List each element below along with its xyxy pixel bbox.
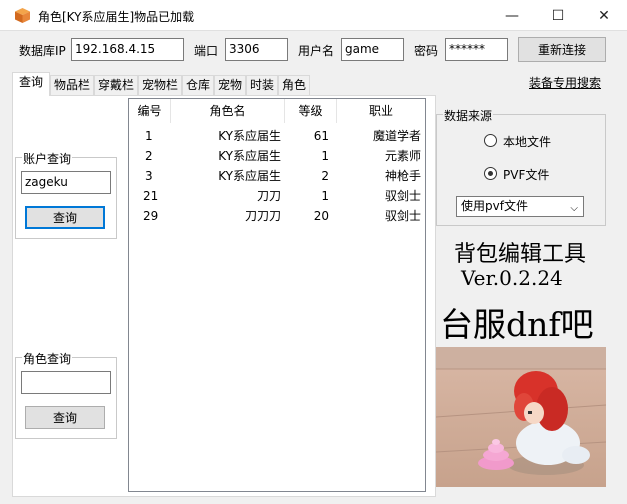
role-query-button[interactable]: 查询 — [25, 406, 105, 429]
password-input[interactable]: ****** — [445, 38, 508, 61]
pvf-file-label[interactable]: PVF文件 — [503, 166, 549, 183]
username-input[interactable]: game — [341, 38, 404, 61]
maximize-button[interactable]: ☐ — [535, 0, 581, 31]
source-dropdown[interactable]: 使用pvf文件 ⌵ — [456, 196, 584, 217]
password-label: 密码 — [414, 44, 439, 58]
cell-id: 1 — [145, 129, 153, 143]
cell-class: 神枪手 — [384, 169, 421, 183]
cell-name: 刀刀刀 — [244, 209, 281, 223]
db-ip-input[interactable]: 192.168.4.15 — [71, 38, 184, 61]
chevron-down-icon: ⌵ — [570, 203, 578, 214]
tab-equipped[interactable]: 穿戴栏 — [94, 75, 138, 95]
radio-circle[interactable] — [484, 134, 497, 147]
account-query-title: 账户查询 — [22, 150, 73, 167]
role-input[interactable] — [21, 371, 111, 394]
db-ip-label: 数据库IP — [19, 44, 66, 58]
username-label: 用户名 — [298, 44, 335, 58]
tab-inventory[interactable]: 物品栏 — [50, 75, 94, 95]
tab-character[interactable]: 角色 — [278, 75, 310, 95]
cell-name: KY系应届生 — [218, 169, 281, 183]
banner-version: Ver.0.2.24 — [461, 266, 563, 290]
cell-id: 2 — [145, 149, 153, 163]
tab-query[interactable]: 查询 — [12, 72, 50, 96]
cell-name: KY系应届生 — [218, 149, 281, 163]
cell-id: 21 — [143, 189, 159, 203]
cell-level: 20 — [313, 209, 329, 223]
col-header-class[interactable]: 职业 — [337, 99, 425, 123]
minimize-button[interactable]: — — [489, 0, 535, 31]
cell-class: 驭剑士 — [384, 209, 421, 223]
reconnect-button[interactable]: 重新连接 — [518, 37, 606, 62]
banner-forum: 台服dnf吧 — [440, 305, 594, 344]
col-header-id[interactable]: 编号 — [129, 99, 171, 123]
cell-level: 61 — [313, 129, 329, 143]
tab-fashion[interactable]: 时装 — [246, 75, 278, 95]
title-bar: 角色[KY系应届生]物品已加载 — ☐ ✕ — [0, 0, 627, 31]
tab-pet-bag[interactable]: 宠物栏 — [138, 75, 182, 95]
cell-id: 3 — [145, 169, 153, 183]
app-cube-icon — [15, 8, 30, 23]
cell-level: 2 — [321, 169, 329, 183]
cell-name: 刀刀 — [256, 189, 281, 203]
cell-level: 1 — [321, 189, 329, 203]
data-source-title: 数据来源 — [443, 107, 494, 124]
character-artwork-image — [436, 347, 606, 487]
tab-pet[interactable]: 宠物 — [214, 75, 246, 95]
cell-id: 29 — [143, 209, 159, 223]
equip-search-link[interactable]: 装备专用搜索 — [529, 74, 601, 91]
close-button[interactable]: ✕ — [581, 0, 627, 31]
local-file-label[interactable]: 本地文件 — [503, 133, 551, 150]
window-title: 角色[KY系应届生]物品已加载 — [38, 10, 195, 24]
tab-warehouse[interactable]: 仓库 — [182, 75, 214, 95]
role-query-title: 角色查询 — [22, 350, 73, 367]
col-header-level[interactable]: 等级 — [285, 99, 337, 123]
port-input[interactable]: 3306 — [225, 38, 288, 61]
cell-class: 元素师 — [384, 149, 421, 163]
character-table[interactable]: 编号 角色名 等级 职业 1 KY系应届生 61 魔道学者 2 KY系应届生 1… — [128, 98, 426, 492]
account-input[interactable]: zageku — [21, 171, 111, 194]
radio-circle[interactable] — [484, 167, 497, 180]
cell-class: 魔道学者 — [372, 129, 421, 143]
radio-selected-dot — [488, 171, 493, 176]
cell-class: 驭剑士 — [384, 189, 421, 203]
source-dropdown-value: 使用pvf文件 — [461, 199, 528, 213]
banner-tool-name: 背包编辑工具 — [454, 242, 587, 267]
cell-level: 1 — [321, 149, 329, 163]
port-label: 端口 — [194, 44, 219, 58]
col-header-name[interactable]: 角色名 — [171, 99, 285, 123]
account-query-button[interactable]: 查询 — [25, 206, 105, 229]
cell-name: KY系应届生 — [218, 129, 281, 143]
